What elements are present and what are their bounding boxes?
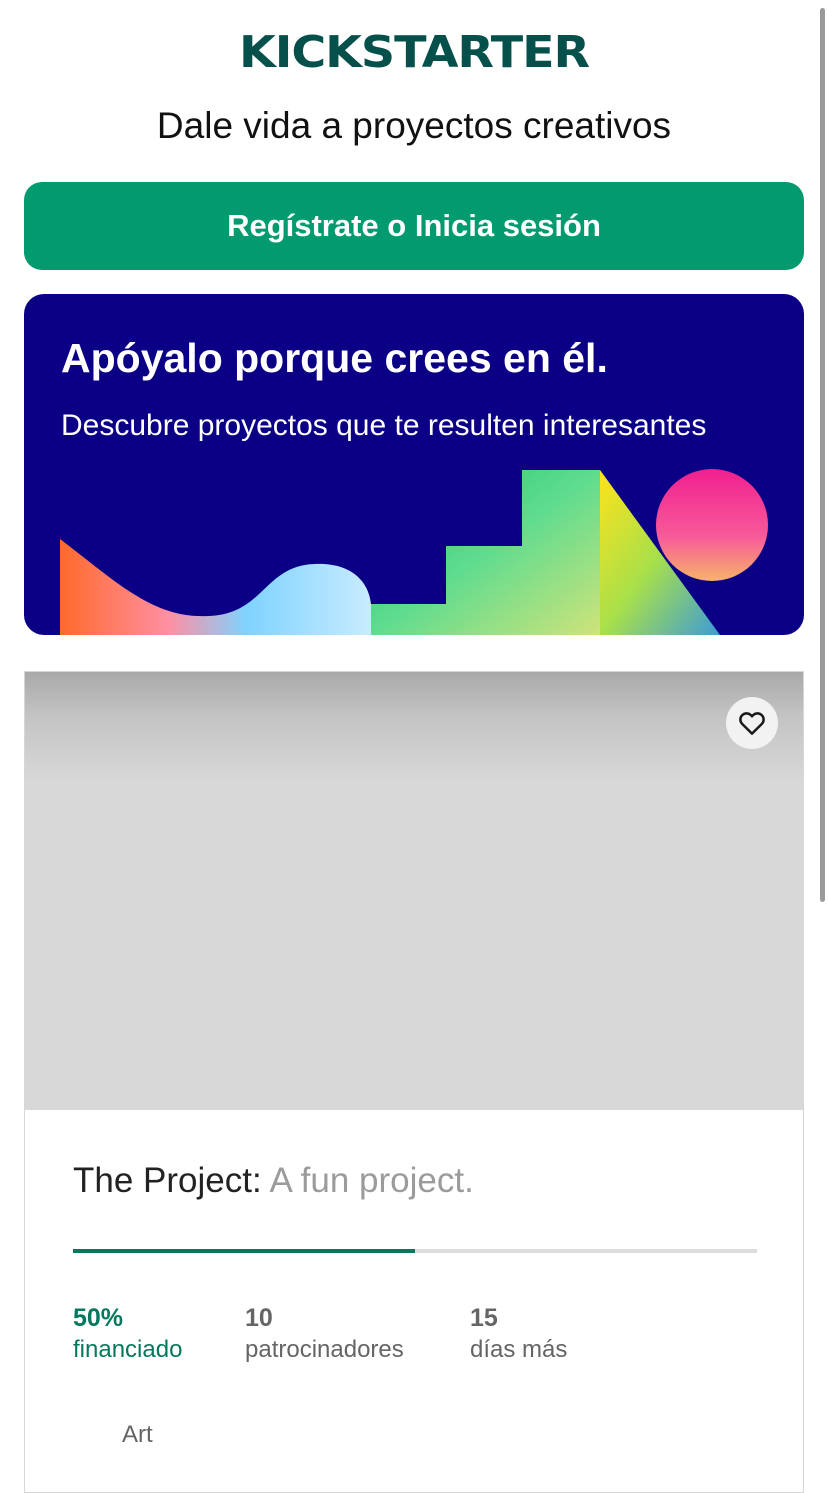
stat-funded-value: 50%	[73, 1304, 124, 1332]
promo-title: Apóyalo porque crees en él.	[61, 335, 608, 381]
heart-outline-icon	[739, 712, 765, 735]
tagline: Dale vida a proyectos creativos	[156, 105, 672, 146]
signup-login-button[interactable]: Regístrate o Inicia sesión	[24, 182, 804, 270]
stat-backers: 10 patrocinadores	[245, 1302, 404, 1366]
project-image[interactable]	[25, 672, 803, 1110]
stat-funded-label: financiado	[73, 1336, 183, 1363]
stat-funded: 50% financiado	[73, 1302, 182, 1366]
header: KICKSTARTER	[0, 30, 828, 76]
promo-subtitle: Descubre proyectos que te resulten inter…	[61, 409, 707, 442]
project-card[interactable]: The Project: A fun project. 50% financia…	[24, 671, 804, 1493]
project-blurb: A fun project.	[269, 1161, 474, 1200]
stat-days-left: 15 días más	[470, 1302, 567, 1366]
project-category[interactable]: Art	[122, 1420, 153, 1450]
funding-progress-fill	[73, 1249, 415, 1253]
stat-days-value: 15	[470, 1304, 498, 1332]
stat-backers-value: 10	[245, 1304, 273, 1332]
kickstarter-logo[interactable]: KICKSTARTER	[239, 30, 590, 76]
favorite-button[interactable]	[726, 697, 778, 749]
project-title[interactable]: The Project: A fun project.	[73, 1160, 474, 1202]
promo-banner[interactable]: Apóyalo porque crees en él. Descubre pro…	[24, 294, 804, 635]
funding-progress-bar	[73, 1249, 757, 1253]
stat-days-label: días más	[470, 1336, 568, 1363]
project-name: The Project:	[73, 1161, 262, 1200]
stat-backers-label: patrocinadores	[245, 1336, 404, 1363]
